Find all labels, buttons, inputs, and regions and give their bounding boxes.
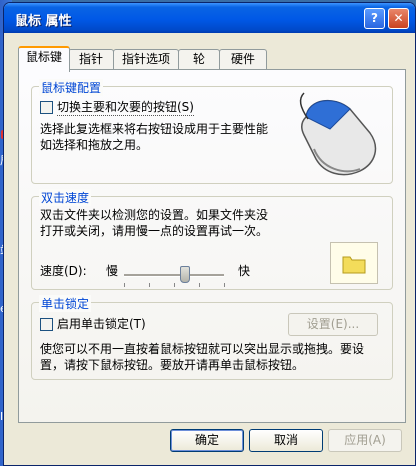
double-click-description: 双击文件夹以检测您的设置。如果文件夹没	[40, 208, 269, 222]
click-lock-group: 单击锁定 启用单击锁定(T) 设置(E)... 使您可以不用一直按着鼠标按钮就可…	[31, 295, 393, 380]
button-config-description: 选择此复选框来将右按钮设成用于主要性能	[40, 122, 269, 136]
switch-buttons-label[interactable]: 切换主要和次要的按钮(S)	[57, 99, 194, 116]
slider-tick	[124, 283, 125, 287]
tab-pointer-options[interactable]: 指针选项	[113, 49, 179, 70]
window-title: 鼠标 属性	[15, 14, 72, 29]
mouse-icon	[299, 92, 377, 176]
group-label: 双击速度	[39, 189, 92, 206]
apply-button[interactable]: 应用(A)	[328, 429, 402, 452]
speed-slider-track[interactable]	[124, 274, 224, 277]
ok-button[interactable]: 确定	[170, 429, 244, 452]
click-lock-label[interactable]: 启用单击锁定(T)	[57, 316, 146, 332]
tab-pointers[interactable]: 指针	[68, 49, 114, 70]
close-icon: ✕	[393, 11, 404, 25]
double-click-description: 打开或关闭，请用慢一点的设置再试一次。	[40, 224, 269, 238]
fast-label: 快	[238, 264, 251, 278]
tab-buttons[interactable]: 鼠标键	[18, 46, 70, 72]
double-click-group: 双击速度 双击文件夹以检测您的设置。如果文件夹没 打开或关闭，请用慢一点的设置再…	[31, 189, 393, 290]
slider-tick	[199, 283, 200, 287]
tab-wheel[interactable]: 轮	[178, 49, 220, 70]
switch-buttons-checkbox[interactable]	[40, 101, 53, 114]
close-button[interactable]: ✕	[388, 8, 409, 29]
slider-tick	[149, 283, 150, 287]
speed-slider-thumb[interactable]	[180, 266, 190, 283]
tab-hardware[interactable]: 硬件	[219, 49, 267, 70]
click-lock-description: 置，请按下鼠标按钮。要放开请再单击鼠标按钮。	[40, 358, 305, 372]
help-button[interactable]: ?	[364, 8, 385, 29]
help-icon: ?	[371, 11, 378, 25]
group-label: 单击锁定	[39, 295, 92, 312]
button-config-group: 鼠标键配置 切换主要和次要的按钮(S) 选择此复选框来将右按钮设成用于主要性能 …	[31, 79, 393, 184]
click-lock-description: 使您可以不用一直按着鼠标按钮就可以突出显示或拖拽。要设	[40, 342, 365, 356]
mouse-properties-dialog: 鼠标 属性 ? ✕ 鼠标键 指针 指针选项 轮 硬件 鼠标键配置 切换主要和次要…	[3, 2, 416, 466]
group-label: 鼠标键配置	[39, 79, 104, 96]
title-bar[interactable]: 鼠标 属性 ? ✕	[4, 3, 415, 33]
speed-label: 速度(D):	[40, 264, 87, 278]
folder-icon	[342, 256, 366, 274]
test-area[interactable]	[330, 242, 378, 284]
tab-panel: 鼠标键配置 切换主要和次要的按钮(S) 选择此复选框来将右按钮设成用于主要性能 …	[18, 69, 406, 423]
cancel-button[interactable]: 取消	[249, 429, 323, 452]
slider-tick	[174, 283, 175, 287]
slow-label: 慢	[106, 264, 119, 278]
slider-tick	[224, 283, 225, 287]
click-lock-checkbox[interactable]	[40, 318, 53, 331]
click-lock-settings-button[interactable]: 设置(E)...	[288, 313, 378, 336]
button-config-description: 如选择和拖放之用。	[40, 138, 149, 152]
